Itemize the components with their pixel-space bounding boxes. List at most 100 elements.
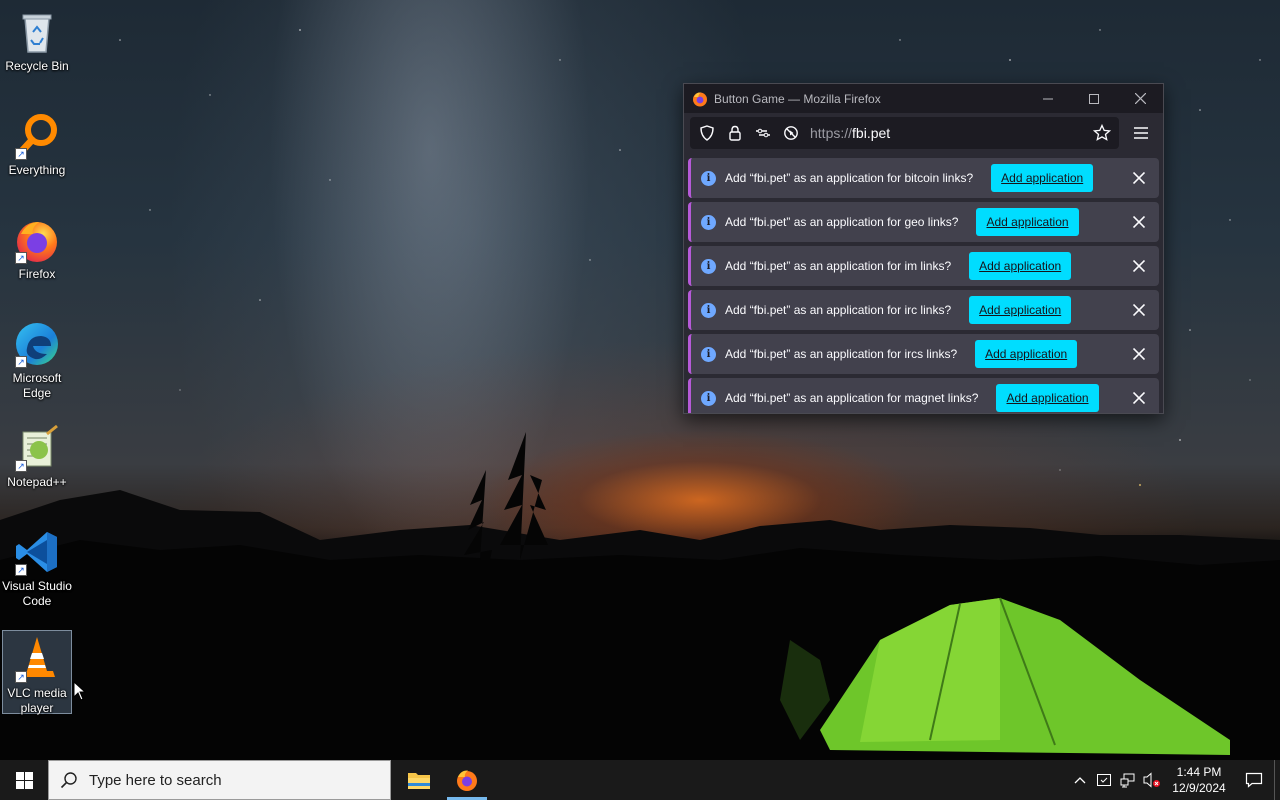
desktop-icon-firefox[interactable]: ↗ Firefox [2,212,72,296]
url-bar[interactable]: https://fbi.pet [690,117,1119,149]
notification-bar: i Add “fbi.pet” as an application for ge… [688,202,1159,242]
add-application-button[interactable]: Add application [991,164,1094,192]
lock-icon[interactable] [726,124,744,142]
desktop-icon-label: VLC media player [7,686,67,715]
taskbar-file-explorer[interactable] [395,760,443,800]
recycle-bin-icon [13,8,61,56]
shortcut-arrow-icon: ↗ [15,460,27,472]
app-menu-button[interactable] [1125,117,1157,149]
notification-bar: i Add “fbi.pet” as an application for bi… [688,158,1159,198]
desktop-icon-recycle-bin[interactable]: Recycle Bin [2,4,72,88]
notification-bar: i Add “fbi.pet” as an application for ma… [688,378,1159,413]
tracking-protection-shield-icon[interactable] [698,124,716,142]
volume-button[interactable] [1140,760,1164,800]
volume-muted-icon [1143,772,1160,788]
desktop-icon-label: Everything [8,163,66,177]
close-icon [1134,93,1146,104]
notification-message: Add “fbi.pet” as an application for irc … [725,303,952,317]
vscode-icon: ↗ [13,528,61,576]
show-hidden-icons-button[interactable] [1068,760,1092,800]
info-icon: i [701,302,716,318]
action-center-button[interactable] [1234,760,1274,800]
edge-icon: ↗ [13,320,61,368]
close-icon[interactable] [1125,208,1153,236]
url-scheme: https:// [810,125,853,141]
desktop-icon-everything[interactable]: ↗ Everything [2,108,72,192]
shortcut-arrow-icon: ↗ [15,356,27,368]
firefox-icon [693,91,707,106]
network-icon [1120,773,1135,788]
notification-message: Add “fbi.pet” as an application for geo … [725,215,959,229]
taskbar: Type here to search 1:44 PM 12/9/2024 [0,760,1280,800]
info-icon: i [701,170,716,186]
bookmark-star-icon[interactable] [1093,124,1111,142]
security-center-icon [1097,774,1111,786]
url-host: fbi.pet [852,125,891,141]
clock-time: 1:44 PM [1176,765,1222,779]
desktop-icon-label: Microsoft Edge [12,371,62,400]
shortcut-arrow-icon: ↗ [15,671,27,683]
autoplay-blocked-icon[interactable] [782,124,800,142]
vlc-icon: ↗ [13,635,61,683]
close-window-button[interactable] [1117,84,1163,113]
shortcut-arrow-icon: ↗ [15,564,27,576]
minimize-icon [1043,98,1053,99]
desktop-icon-notepad-plus-plus[interactable]: ↗ Notepad++ [2,420,72,504]
desktop-icon-label: Firefox [18,267,56,281]
notification-bar: i Add “fbi.pet” as an application for ir… [688,334,1159,374]
desktop-icon-vscode[interactable]: ↗ Visual Studio Code [2,524,72,614]
notification-message: Add “fbi.pet” as an application for ircs… [725,347,958,361]
firefox-icon [457,770,477,791]
notification-bar: i Add “fbi.pet” as an application for ir… [688,290,1159,330]
add-application-button[interactable]: Add application [996,384,1099,412]
shortcut-arrow-icon: ↗ [15,148,27,160]
maximize-icon [1089,93,1099,104]
desktop-icon-vlc[interactable]: ↗ VLC media player [2,630,72,715]
add-application-button[interactable]: Add application [969,296,1072,324]
file-explorer-icon [408,773,430,789]
url-text[interactable]: https://fbi.pet [810,125,1083,141]
show-desktop-button[interactable] [1274,760,1280,800]
nav-bar: https://fbi.pet [684,113,1163,153]
close-icon[interactable] [1125,296,1153,324]
notification-icon [1245,772,1263,788]
info-icon: i [701,214,716,230]
chevron-up-icon [1074,777,1086,784]
notification-bar: i Add “fbi.pet” as an application for im… [688,246,1159,286]
windows-logo-icon [15,771,33,789]
add-application-button[interactable]: Add application [969,252,1072,280]
minimize-button[interactable] [1025,84,1071,113]
title-bar[interactable]: Button Game — Mozilla Firefox [684,84,1163,113]
clock[interactable]: 1:44 PM 12/9/2024 [1164,764,1234,796]
taskbar-search-box[interactable]: Type here to search [48,760,391,800]
mouse-cursor-icon [73,681,87,701]
notification-message: Add “fbi.pet” as an application for magn… [725,391,979,405]
tray-app-icon[interactable] [1092,760,1116,800]
desktop-icon-label: Notepad++ [7,475,67,489]
notepad-plus-plus-icon: ↗ [13,424,61,472]
add-application-button[interactable]: Add application [976,208,1079,236]
close-icon[interactable] [1125,384,1153,412]
start-button[interactable] [0,760,48,800]
firefox-window[interactable]: Button Game — Mozilla Firefox https://fb… [683,83,1164,414]
everything-search-icon: ↗ [13,112,61,160]
taskbar-firefox[interactable] [443,760,491,800]
network-button[interactable] [1116,760,1140,800]
notification-message: Add “fbi.pet” as an application for im l… [725,259,952,273]
search-placeholder: Type here to search [89,771,222,789]
permissions-icon[interactable] [754,124,772,142]
add-application-button[interactable]: Add application [975,340,1078,368]
search-icon [49,771,89,789]
system-tray: 1:44 PM 12/9/2024 [1068,760,1280,800]
close-icon[interactable] [1125,252,1153,280]
info-icon: i [701,390,716,406]
desktop-icon-edge[interactable]: ↗ Microsoft Edge [2,316,72,406]
clock-date: 12/9/2024 [1172,781,1226,795]
maximize-button[interactable] [1071,84,1117,113]
close-icon[interactable] [1125,340,1153,368]
notification-message: Add “fbi.pet” as an application for bitc… [725,171,974,185]
desktop-icon-label: Visual Studio Code [2,579,72,608]
info-icon: i [701,258,716,274]
close-icon[interactable] [1125,164,1153,192]
window-title: Button Game — Mozilla Firefox [714,91,881,106]
